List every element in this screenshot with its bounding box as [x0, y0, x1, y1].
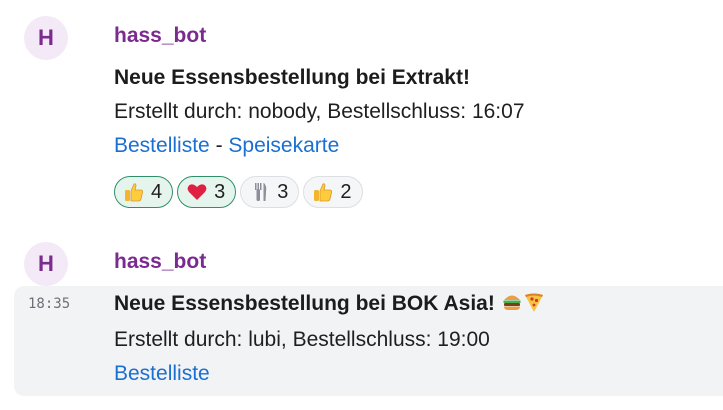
bestelliste-link[interactable]: Bestelliste: [114, 362, 210, 385]
reaction-thumbs-up[interactable]: 4: [114, 176, 174, 208]
reaction-heart[interactable]: 3: [177, 176, 237, 208]
reaction-count: 3: [277, 180, 289, 203]
reaction-count: 4: [151, 180, 163, 203]
speisekarte-link[interactable]: Speisekarte: [228, 134, 339, 157]
thumbs-up-icon: [123, 181, 145, 203]
reactions-bar: 4 3 3 2: [114, 176, 363, 208]
sender-name[interactable]: hass_bot: [114, 24, 206, 48]
message-timestamp[interactable]: 18:35: [28, 296, 70, 312]
message-title-text: Neue Essensbestellung bei BOK Asia!: [114, 292, 495, 315]
bestelliste-link[interactable]: Bestelliste: [114, 134, 210, 157]
avatar-letter: H: [38, 25, 54, 50]
reaction-thumbs-up-2[interactable]: 2: [303, 176, 363, 208]
pizza-icon: [523, 291, 545, 313]
fork-knife-icon: [249, 181, 271, 203]
sender-name[interactable]: hass_bot: [114, 250, 206, 274]
reaction-fork-knife[interactable]: 3: [240, 176, 300, 208]
reaction-count: 3: [214, 180, 226, 203]
thumbs-up-icon: [312, 181, 334, 203]
message-links: Bestelliste: [114, 360, 210, 388]
message-links: Bestelliste - Speisekarte: [114, 132, 339, 160]
heart-icon: [186, 181, 208, 203]
avatar[interactable]: H: [24, 242, 68, 286]
avatar[interactable]: H: [24, 16, 68, 60]
message-title: Neue Essensbestellung bei BOK Asia!: [114, 290, 545, 318]
reaction-count: 2: [340, 180, 352, 203]
avatar-letter: H: [38, 251, 54, 276]
message-title: Neue Essensbestellung bei Extrakt!: [114, 66, 470, 89]
burger-icon: [501, 291, 523, 313]
message-detail: Erstellt durch: lubi, Bestellschluss: 19…: [114, 328, 490, 351]
link-separator: -: [215, 134, 223, 157]
message-detail: Erstellt durch: nobody, Bestellschluss: …: [114, 100, 525, 123]
